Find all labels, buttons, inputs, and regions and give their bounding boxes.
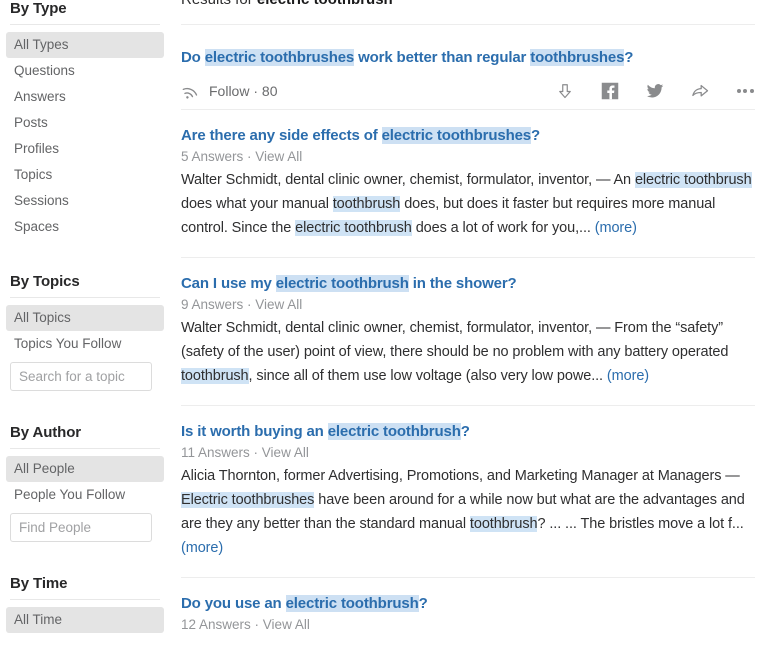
query-highlight: electric toothbrushes [204,49,355,66]
results-header-query: electric toothbrush [257,0,393,8]
twitter-share-icon[interactable] [645,81,665,101]
more-link[interactable]: (more) [607,368,649,384]
facet-divider [10,297,160,298]
query-highlight: electric toothbrush [275,275,409,292]
facet-item-answers[interactable]: Answers [6,84,164,110]
query-highlight: toothbrush [332,196,401,212]
facet-item-questions[interactable]: Questions [6,58,164,84]
facet-divider [10,448,160,449]
more-options-icon[interactable] [735,81,755,101]
meta-separator: · [243,297,256,312]
facet-item-spaces[interactable]: Spaces [6,214,164,240]
view-all-link[interactable]: View All [263,617,310,632]
query-highlight: electric toothbrush [295,220,412,236]
query-highlight: electric toothbrushes [381,127,531,144]
results-header: Results for electric toothbrush [181,0,755,11]
follow-label: Follow · 80 [209,82,278,99]
facet-item-all-people[interactable]: All People [6,456,164,482]
result-item: Can I use my electric toothbrush in the … [181,258,755,388]
facet-item-topics[interactable]: Topics [6,162,164,188]
facet-by-topics: By Topics All Topics Topics You Follow [0,273,170,391]
answer-count: 11 Answers [181,445,250,460]
query-highlight: electric toothbrush [327,423,461,440]
facet-item-posts[interactable]: Posts [6,110,164,136]
facet-title-by-topics: By Topics [10,273,80,290]
query-highlight: toothbrush [469,516,538,532]
facet-item-topics-you-follow[interactable]: Topics You Follow [6,331,164,357]
answer-count: 5 Answers [181,149,244,164]
more-link[interactable]: (more) [181,540,223,556]
result-meta: 5 Answers · View All [181,148,755,165]
result-meta: 11 Answers · View All [181,444,755,461]
meta-separator: · [250,617,263,632]
facet-by-author: By Author All People People You Follow [0,424,170,542]
result-item: Is it worth buying an electric toothbrus… [181,406,755,560]
people-search-input[interactable] [10,513,152,542]
facet-by-type: By Type All Types Questions Answers Post… [0,0,170,240]
facet-divider [10,24,160,25]
query-highlight: electric toothbrush [634,172,752,188]
result-action-bar: Follow · 80 [181,73,755,109]
facet-item-all-types[interactable]: All Types [6,32,164,58]
meta-separator: · [243,149,256,164]
more-dots [736,89,754,93]
result-title[interactable]: Is it worth buying an electric toothbrus… [181,422,755,441]
facet-item-all-topics[interactable]: All Topics [6,305,164,331]
answer-count: 9 Answers [181,297,244,312]
more-link[interactable]: (more) [595,220,637,236]
query-highlight: toothbrush [181,368,249,384]
result-title[interactable]: Are there any side effects of electric t… [181,126,755,145]
result-snippet: Alicia Thornton, former Advertising, Pro… [181,468,745,556]
result-item: Are there any side effects of electric t… [181,110,755,240]
query-highlight: Electric toothbrushes [181,492,315,508]
filters-sidebar: By Type All Types Questions Answers Post… [0,0,170,650]
result-item: Do you use an electric toothbrush? 12 An… [181,578,755,633]
query-highlight: electric toothbrush [285,595,419,612]
share-icon[interactable] [690,81,710,101]
result-meta: 12 Answers · View All [181,616,755,633]
facet-item-sessions[interactable]: Sessions [6,188,164,214]
facebook-share-icon[interactable] [600,81,620,101]
result-title[interactable]: Do you use an electric toothbrush? [181,594,755,613]
rss-follow-icon [181,82,200,101]
result-meta: 9 Answers · View All [181,296,755,313]
downvote-icon[interactable] [555,81,575,101]
results-header-prefix: Results for [181,0,257,8]
view-all-link[interactable]: View All [262,445,309,460]
facet-divider [10,599,160,600]
facet-by-time: By Time All Time [0,575,170,633]
result-title[interactable]: Do electric toothbrushes work better tha… [181,48,755,67]
result-item: Do electric toothbrushes work better tha… [181,25,755,109]
meta-separator: · [249,445,262,460]
result-snippet: Walter Schmidt, dental clinic owner, che… [181,172,752,236]
view-all-link[interactable]: View All [255,297,302,312]
facet-title-by-author: By Author [10,424,82,441]
result-snippet: Walter Schmidt, dental clinic owner, che… [181,320,729,384]
facet-item-all-time[interactable]: All Time [6,607,164,633]
view-all-link[interactable]: View All [255,149,302,164]
share-actions [555,81,755,101]
facet-title-by-time: By Time [10,575,68,592]
query-highlight: toothbrushes [530,49,625,66]
result-title[interactable]: Can I use my electric toothbrush in the … [181,274,755,293]
facet-item-people-you-follow[interactable]: People You Follow [6,482,164,508]
results-column: Results for electric toothbrush Do elect… [170,0,767,650]
facet-item-profiles[interactable]: Profiles [6,136,164,162]
topic-search-input[interactable] [10,362,152,391]
facet-title-by-type: By Type [10,0,67,17]
follow-button[interactable]: Follow · 80 [181,82,278,101]
search-results-page: By Type All Types Questions Answers Post… [0,0,767,650]
answer-count: 12 Answers [181,617,251,632]
